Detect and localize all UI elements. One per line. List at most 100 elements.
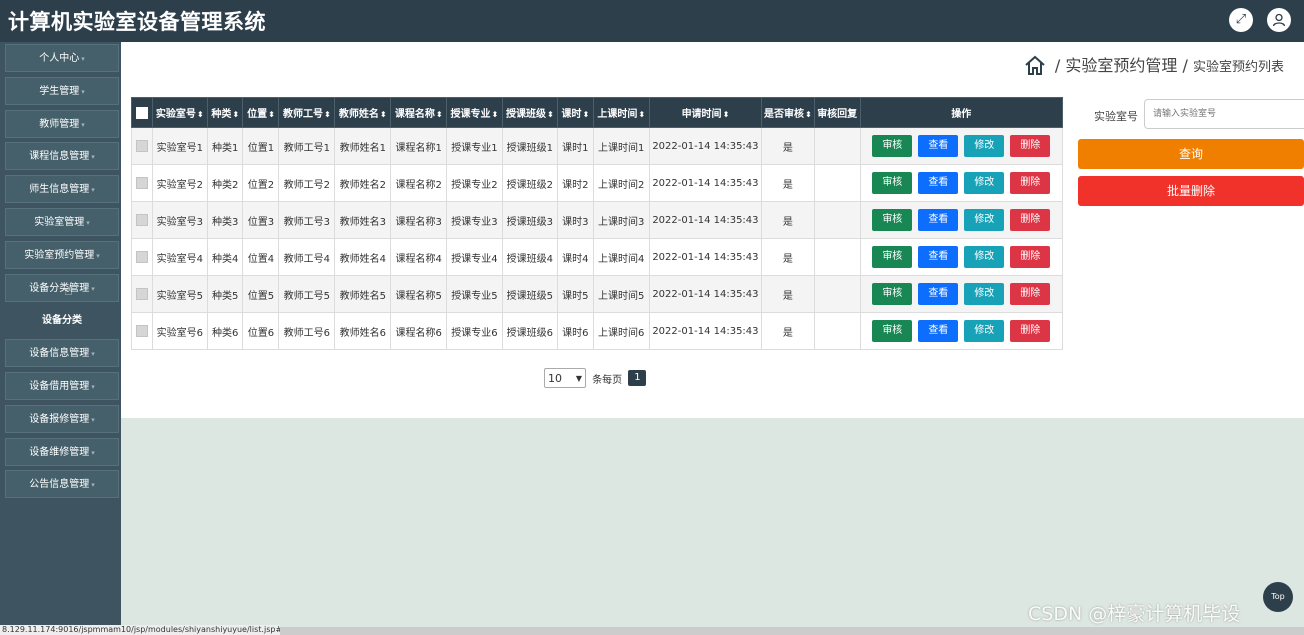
row-checkbox[interactable] bbox=[131, 238, 153, 276]
sort-icon[interactable]: ⬍ bbox=[582, 110, 589, 119]
row-checkbox[interactable] bbox=[131, 164, 153, 202]
sidebar-item-lab-management[interactable]: 实验室管理 ▾ bbox=[5, 208, 119, 236]
view-button[interactable]: 查看 bbox=[918, 172, 959, 194]
sidebar-item-announcement-management[interactable]: 公告信息管理 ▾ bbox=[5, 470, 119, 499]
edit-button[interactable]: 修改 bbox=[964, 172, 1005, 194]
edit-button[interactable]: 修改 bbox=[964, 320, 1005, 342]
delete-button[interactable]: 删除 bbox=[1010, 172, 1051, 194]
sidebar-item-lab-reservation-management[interactable]: 实验室预约管理 ▾ bbox=[5, 240, 119, 269]
sidebar-item-personal-center[interactable]: 个人中心 ▾ bbox=[5, 44, 119, 72]
view-button[interactable]: 查看 bbox=[918, 246, 959, 268]
sidebar-item-label: 教师管理 bbox=[39, 118, 80, 130]
audit-button[interactable]: 审核 bbox=[872, 135, 913, 157]
edit-button[interactable]: 修改 bbox=[964, 246, 1005, 268]
fullscreen-icon[interactable]: ⤢ bbox=[1229, 8, 1253, 32]
column-header[interactable]: 实验室号⬍ bbox=[151, 97, 209, 128]
delete-button[interactable]: 删除 bbox=[1010, 246, 1051, 268]
sort-icon[interactable]: ⬍ bbox=[492, 110, 499, 119]
breadcrumb-level1[interactable]: 实验室预约管理 bbox=[1065, 56, 1177, 75]
search-input[interactable] bbox=[1144, 99, 1304, 129]
audit-button[interactable]: 审核 bbox=[872, 320, 913, 342]
sort-icon[interactable]: ⬍ bbox=[805, 110, 812, 119]
table-header-row: 实验室号⬍ 种类⬍ 位置⬍ 教师工号⬍ 教师姓名⬍ 课程名称⬍ 授课专业⬍ 授课班级⬍ 课时⬍ 上… bbox=[131, 97, 1064, 128]
sort-icon[interactable]: ⬍ bbox=[268, 110, 275, 119]
delete-button[interactable]: 删除 bbox=[1010, 320, 1051, 342]
column-header[interactable]: 申请时间⬍ bbox=[648, 97, 762, 128]
table-cell: 课时2 bbox=[557, 164, 594, 202]
column-header[interactable]: 是否审核⬍ bbox=[760, 97, 815, 128]
table-cell: 课时6 bbox=[557, 312, 594, 350]
row-checkbox[interactable] bbox=[131, 312, 153, 350]
breadcrumb: / 实验室预约管理 / 实验室预约列表 bbox=[1024, 52, 1284, 80]
sidebar-item-label: 实验室管理 bbox=[34, 217, 85, 228]
sidebar-item-course-info-management[interactable]: 课程信息管理 ▾ bbox=[5, 142, 119, 171]
column-header[interactable]: 教师工号⬍ bbox=[278, 97, 336, 128]
audit-button[interactable]: 审核 bbox=[872, 172, 913, 194]
table-cell: 实验室号3 bbox=[151, 201, 209, 239]
view-button[interactable]: 查看 bbox=[918, 135, 959, 157]
row-checkbox[interactable] bbox=[131, 201, 153, 239]
column-header[interactable]: 授课专业⬍ bbox=[446, 97, 503, 128]
horizontal-scrollbar[interactable] bbox=[280, 627, 1304, 635]
sidebar-item-equipment-category-management[interactable]: 设备分类管理 ▾ bbox=[5, 273, 119, 302]
reservation-table: 实验室号⬍ 种类⬍ 位置⬍ 教师工号⬍ 教师姓名⬍ 课程名称⬍ 授课专业⬍ 授课班级⬍ 课时⬍ 上… bbox=[131, 97, 1064, 350]
sort-icon[interactable]: ⬍ bbox=[380, 110, 387, 119]
column-header[interactable]: 上课时间⬍ bbox=[592, 97, 650, 128]
table-row: 实验室号5 种类5 位置5 教师工号5 教师姓名5 课程名称5 授课专业5 授课班级5 课时5 上… bbox=[131, 275, 1064, 313]
sort-icon[interactable]: ⬍ bbox=[547, 110, 554, 119]
sidebar-item-equipment-borrow-management[interactable]: 设备借用管理 ▾ bbox=[5, 372, 119, 400]
back-to-top-button[interactable]: Top bbox=[1263, 582, 1293, 612]
column-header[interactable]: 种类⬍ bbox=[206, 97, 244, 128]
user-icon[interactable] bbox=[1267, 8, 1291, 32]
app-title: 计算机实验室设备管理系统 bbox=[8, 10, 266, 34]
table-cell: 是 bbox=[760, 275, 815, 313]
sidebar-item-equipment-category[interactable]: 设备分类 bbox=[5, 306, 119, 335]
table-cell: 教师姓名3 bbox=[334, 201, 392, 239]
sidebar-item-equipment-repair-report[interactable]: 设备报修管理 ▾ bbox=[5, 404, 119, 433]
view-button[interactable]: 查看 bbox=[918, 283, 959, 305]
row-checkbox[interactable] bbox=[131, 127, 153, 165]
sort-icon[interactable]: ⬍ bbox=[638, 110, 645, 119]
audit-button[interactable]: 审核 bbox=[872, 209, 913, 231]
column-header[interactable]: 教师姓名⬍ bbox=[334, 97, 392, 128]
column-header[interactable]: 授课班级⬍ bbox=[501, 97, 559, 128]
audit-button[interactable]: 审核 bbox=[872, 246, 913, 268]
column-header[interactable]: 课程名称⬍ bbox=[390, 97, 448, 128]
sort-icon[interactable]: ⬍ bbox=[324, 110, 331, 119]
batch-delete-button[interactable]: 批量删除 bbox=[1078, 176, 1304, 206]
delete-button[interactable]: 删除 bbox=[1010, 283, 1051, 305]
table-cell: 授课班级1 bbox=[501, 127, 559, 165]
sort-icon[interactable]: ⬍ bbox=[197, 110, 204, 119]
row-checkbox[interactable] bbox=[131, 275, 153, 313]
query-button[interactable]: 查询 bbox=[1078, 139, 1304, 169]
chevron-down-icon: ▾ bbox=[96, 251, 100, 260]
sidebar-item-teacher-student-info[interactable]: 师生信息管理 ▾ bbox=[5, 175, 119, 204]
view-button[interactable]: 查看 bbox=[918, 209, 959, 231]
pagination: 10 ▼ 条每页 1 bbox=[544, 368, 647, 388]
table-row: 实验室号6 种类6 位置6 教师工号6 教师姓名6 课程名称6 授课专业6 授课班级6 课时6 上… bbox=[131, 312, 1064, 350]
edit-button[interactable]: 修改 bbox=[964, 283, 1005, 305]
sort-icon[interactable]: ⬍ bbox=[232, 110, 239, 119]
sidebar-item-teacher-management[interactable]: 教师管理 ▾ bbox=[5, 109, 119, 138]
page-button-current[interactable]: 1 bbox=[628, 370, 647, 386]
sort-icon[interactable]: ⬍ bbox=[723, 110, 730, 119]
sidebar-item-student-management[interactable]: 学生管理 ▾ bbox=[5, 76, 119, 105]
chevron-down-icon: ▾ bbox=[91, 481, 95, 490]
sidebar-item-equipment-info-management[interactable]: 设备信息管理 ▾ bbox=[5, 339, 119, 368]
page-size-select[interactable]: 10 ▼ bbox=[544, 368, 586, 388]
home-icon[interactable] bbox=[1024, 54, 1046, 80]
view-button[interactable]: 查看 bbox=[918, 320, 959, 342]
column-header[interactable]: 课时⬍ bbox=[557, 97, 594, 128]
delete-button[interactable]: 删除 bbox=[1010, 209, 1051, 231]
edit-button[interactable]: 修改 bbox=[964, 135, 1005, 157]
sort-icon[interactable]: ⬍ bbox=[436, 110, 443, 119]
audit-button[interactable]: 审核 bbox=[872, 283, 913, 305]
select-all-checkbox[interactable] bbox=[131, 97, 153, 128]
sidebar-item-equipment-maintenance[interactable]: 设备维修管理 ▾ bbox=[5, 437, 119, 466]
edit-button[interactable]: 修改 bbox=[964, 209, 1005, 231]
table-cell bbox=[813, 201, 861, 239]
table-cell: 2022-01-14 14:35:43 bbox=[648, 275, 762, 313]
sidebar: 个人中心 ▾ 学生管理 ▾ 教师管理 ▾ 课程信息管理 ▾ 师生信息管理 ▾ 实验室管理 ▾ 实验室预约… bbox=[0, 42, 121, 635]
column-header[interactable]: 位置⬍ bbox=[242, 97, 280, 128]
delete-button[interactable]: 删除 bbox=[1010, 135, 1051, 157]
